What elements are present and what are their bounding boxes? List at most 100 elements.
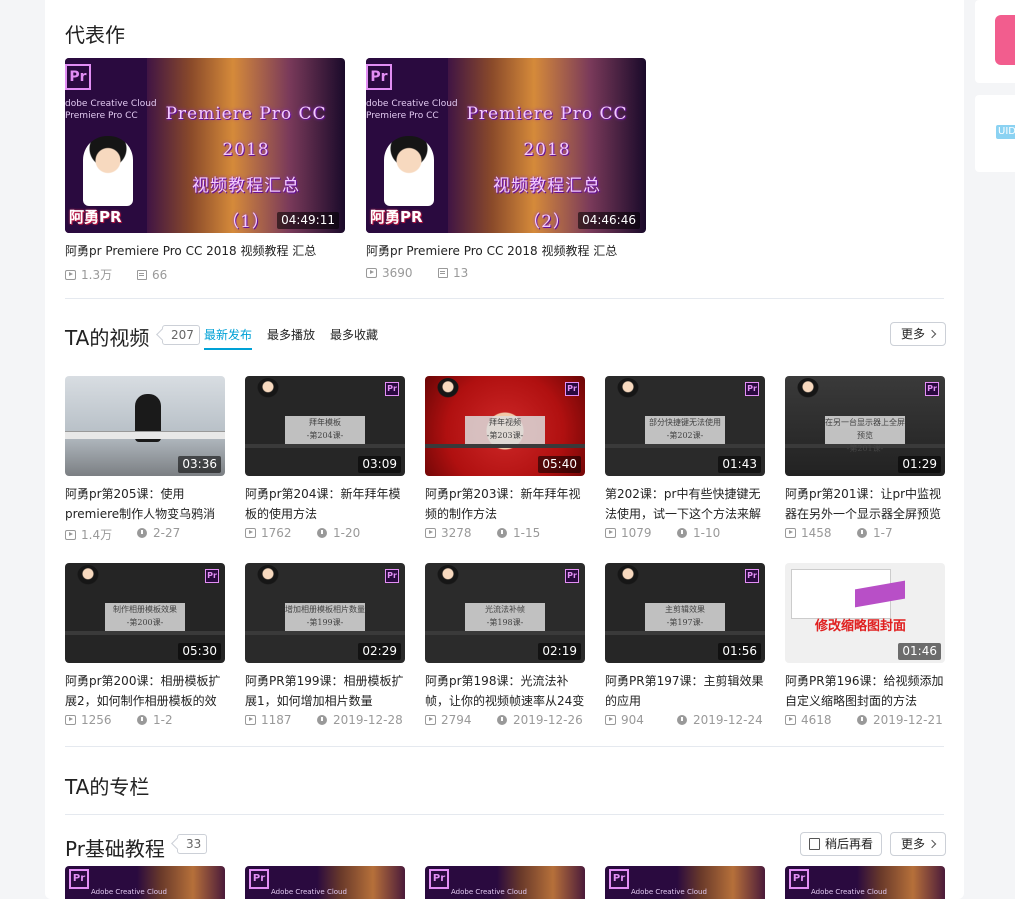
video-title[interactable]: 阿勇PR第199课：相册模板扩展1，如何增加相片数量 [245,671,405,711]
video-meta: 1.4万 2-27 [65,526,225,542]
video-thumbnail[interactable]: Pr 部分快捷键无法使用 -第202课- 01:43 [605,376,765,476]
video-card[interactable]: Pr 增加相册模板相片数量 -第199课- 02:29 阿勇PR第199课：相册模板扩展… [245,563,405,729]
video-title[interactable]: 阿勇PR第197课：主剪辑效果的应用 [605,671,765,711]
tab-most-played[interactable]: 最多播放 [267,326,315,343]
playlist-video-cover[interactable]: Pr Adobe Creative Cloud [245,866,405,899]
video-title[interactable]: 阿勇pr第203课：新年拜年视频的制作方法 [425,484,585,524]
watch-later-button[interactable]: 稍后再看 [800,832,883,856]
video-meta: 2794 2019-12-26 [425,713,585,729]
play-count: 1762 [261,526,292,540]
playlist-more-button[interactable]: 更多 [890,832,947,856]
play-count-icon [245,715,256,725]
video-thumbnail[interactable]: Pr 增加相册模板相片数量 -第199课- 02:29 [245,563,405,663]
videos-section-title: TA的视频 [65,326,150,350]
video-card[interactable]: Pr 拜年视频 -第203课- 05:40 阿勇pr第203课：新年拜年视频的制作方法 3… [425,376,585,542]
cartoon-avatar-icon [384,136,434,206]
featured-video-card[interactable]: Pr dobe Creative Cloud Premiere Pro CC 阿勇… [65,58,345,283]
play-count-icon [65,269,76,280]
video-card[interactable]: Pr 制作相册模板效果 -第200课- 05:30 阿勇pr第200课：相册模板扩展2，… [65,563,225,729]
pr-logo-icon: Pr [366,64,392,90]
video-title[interactable]: 阿勇pr第204课：新年拜年模板的使用方法 [245,484,405,524]
video-thumbnail[interactable]: Pr 制作相册模板效果 -第200课- 05:30 [65,563,225,663]
video-thumbnail[interactable]: Pr 在另一台显示器上全屏预览 -第201课- 01:29 [785,376,945,476]
video-card[interactable]: 03:36 阿勇pr第205课：使用premiere制作人物变乌鸦消失 1.4万 2-… [65,376,225,542]
video-card[interactable]: 修改缩略图封面 01:46 阿勇PR第196课：给视频添加自定义缩略图封面的方法 46… [785,563,945,729]
playlist-video-cover[interactable]: Pr Adobe Creative Cloud [425,866,585,899]
column-section-title: TA的专栏 [65,775,150,799]
play-count-icon [605,528,616,538]
featured-video-title[interactable]: 阿勇pr Premiere Pro CC 2018 视频教程 汇总 [366,242,646,259]
play-count-icon [65,715,76,725]
video-title[interactable]: 阿勇pr第201课：让pr中监视器在另外一个显示器全屏预览 [785,484,945,524]
video-thumbnail[interactable]: Pr 拜年模板 -第204课- 03:09 [245,376,405,476]
video-meta: 1256 1-2 [65,713,225,729]
tab-latest[interactable]: 最新发布 [204,326,253,350]
play-count-icon [605,715,616,725]
video-title[interactable]: 第202课：pr中有些快捷键无法使用，试一下这个方法来解 [605,484,765,524]
pr-logo-icon: Pr [205,569,219,583]
play-count-icon [245,528,256,538]
video-title[interactable]: 阿勇pr第200课：相册模板扩展2，如何制作相册模板的效 [65,671,225,711]
thumbnail-caption: 增加相册模板相片数量 -第199课- [285,603,365,631]
pr-logo-icon: Pr [789,869,809,889]
video-thumbnail[interactable]: 03:36 [65,376,225,476]
pr-logo-icon: Pr [565,382,579,396]
play-count: 1187 [261,713,292,727]
video-duration: 04:46:46 [578,212,640,229]
clock-icon [857,715,867,725]
video-title[interactable]: 阿勇pr第198课：光流法补帧，让你的视频帧速率从24变 [425,671,585,711]
clock-icon [137,715,147,725]
video-title[interactable]: 阿勇PR第196课：给视频添加自定义缩略图封面的方法 [785,671,945,711]
publish-date: 1-10 [693,526,721,540]
video-title[interactable]: 阿勇pr第205课：使用premiere制作人物变乌鸦消失 [65,484,225,524]
follow-button[interactable] [995,15,1015,65]
play-count-icon [425,528,436,538]
publish-date: 1-20 [333,526,361,540]
video-card[interactable]: Pr 主剪辑效果 -第197课- 01:56 阿勇PR第197课：主剪辑效果的应用 904… [605,563,765,729]
video-card[interactable]: Pr 部分快捷键无法使用 -第202课- 01:43 第202课：pr中有些快捷键无法使… [605,376,765,542]
tab-most-favorited[interactable]: 最多收藏 [330,326,378,343]
play-count: 2794 [441,713,472,727]
pr-logo-icon: Pr [429,869,449,889]
video-card[interactable]: Pr 拜年模板 -第204课- 03:09 阿勇pr第204课：新年拜年模板的使用方法 1… [245,376,405,542]
video-meta: 1762 1-20 [245,526,405,542]
avatar-icon [437,378,459,400]
video-duration: 02:19 [538,643,581,660]
clock-icon [677,715,687,725]
play-count-icon [425,715,436,725]
featured-video-cover[interactable]: Pr dobe Creative Cloud Premiere Pro CC 阿勇… [65,58,345,233]
play-count: 1256 [81,713,112,727]
uid-tag: UID [996,125,1015,139]
playlist-count-badge: 33 [177,834,208,854]
thumbnail-caption: 部分快捷键无法使用 -第202课- [645,416,725,444]
video-count-badge: 207 [162,325,200,345]
video-thumbnail[interactable]: Pr 光流法补帧 -第198课- 02:19 [425,563,585,663]
video-thumbnail[interactable]: Pr 拜年视频 -第203课- 05:40 [425,376,585,476]
cartoon-avatar-icon [83,136,133,206]
video-card[interactable]: Pr 在另一台显示器上全屏预览 -第201课- 01:29 阿勇pr第201课：让pr中… [785,376,945,542]
avatar-icon [77,565,99,587]
videos-more-button[interactable]: 更多 [890,322,947,346]
playlist-video-cover[interactable]: Pr Adobe Creative Cloud [605,866,765,899]
playlist-video-cover[interactable]: Pr Adobe Creative Cloud [65,866,225,899]
play-count: 4618 [801,713,832,727]
featured-video-card[interactable]: Pr dobe Creative Cloud Premiere Pro CC 阿勇… [366,58,646,280]
play-count-icon [366,268,377,278]
featured-video-title[interactable]: 阿勇pr Premiere Pro CC 2018 视频教程 汇总 [65,242,345,259]
pr-logo-icon: Pr [565,569,579,583]
featured-video-cover[interactable]: Pr dobe Creative Cloud Premiere Pro CC 阿勇… [366,58,646,233]
video-card[interactable]: Pr 光流法补帧 -第198课- 02:19 阿勇pr第198课：光流法补帧，让你的视频… [425,563,585,729]
video-duration: 03:09 [358,456,401,473]
video-thumbnail[interactable]: 修改缩略图封面 01:46 [785,563,945,663]
pr-logo-icon: Pr [385,382,399,396]
play-count: 1458 [801,526,832,540]
video-thumbnail[interactable]: Pr 主剪辑效果 -第197课- 01:56 [605,563,765,663]
chevron-right-icon [927,839,937,849]
pr-logo-icon: Pr [249,869,269,889]
avatar-icon [617,378,639,400]
publish-date: 2019-12-24 [693,713,763,727]
clock-icon [857,528,867,538]
clock-icon [137,528,147,538]
brand-label: 阿勇PR [69,208,122,226]
playlist-video-cover[interactable]: Pr Adobe Creative Cloud [785,866,945,899]
